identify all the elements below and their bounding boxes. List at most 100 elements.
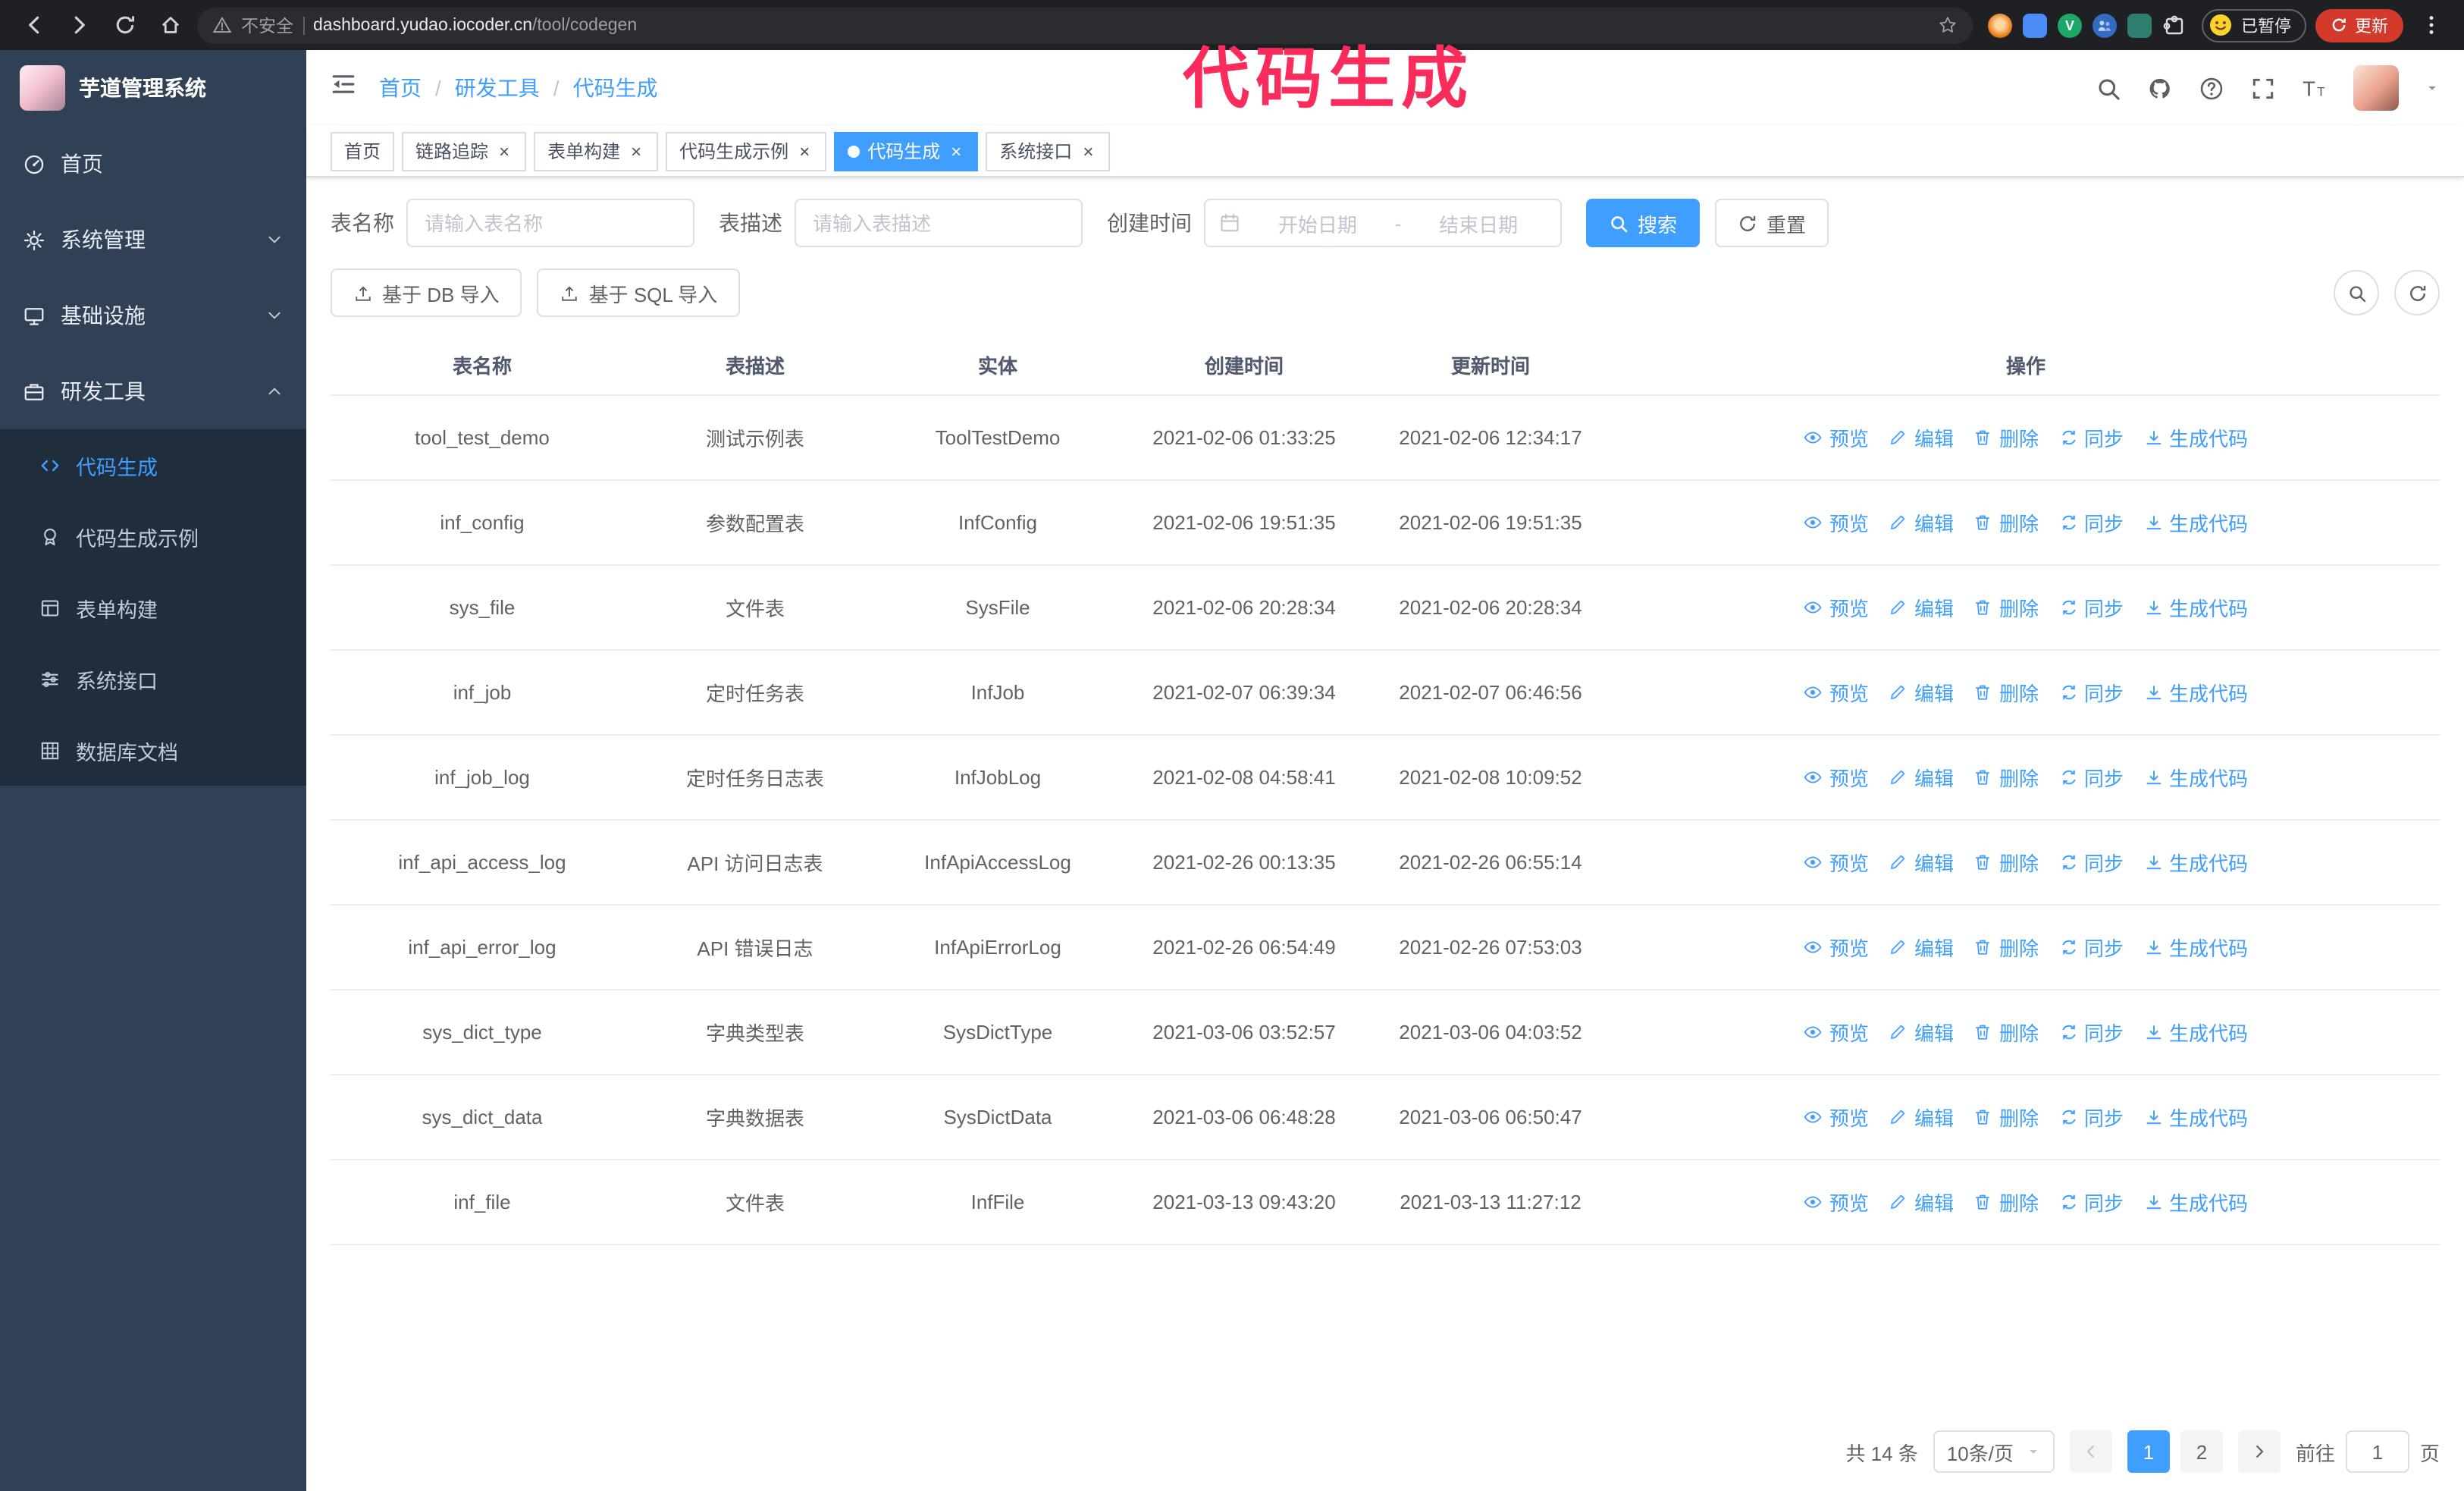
sidebar-toggle-icon[interactable] [331, 71, 356, 105]
row-action-edit[interactable]: 编辑 [1889, 507, 1954, 536]
table-name-input[interactable] [406, 199, 694, 247]
sidebar-item-devtools[interactable]: 研发工具 [0, 353, 306, 429]
extensions-puzzle-icon[interactable] [2162, 13, 2187, 37]
sidebar-item-system[interactable]: 系统管理 [0, 202, 306, 278]
row-action-edit[interactable]: 编辑 [1889, 422, 1954, 451]
import-db-button[interactable]: 基于 DB 导入 [331, 268, 522, 317]
sidebar-item-codegen[interactable]: 代码生成 [0, 429, 306, 501]
row-action-preview[interactable]: 预览 [1804, 592, 1869, 621]
search-icon[interactable] [2096, 75, 2121, 101]
row-action-preview[interactable]: 预览 [1804, 762, 1869, 791]
breadcrumb-item[interactable]: 研发工具 [455, 73, 540, 103]
extension-icon-4[interactable] [2093, 13, 2117, 37]
sidebar-item-form-builder[interactable]: 表单构建 [0, 572, 306, 643]
bookmark-star-icon[interactable] [1938, 15, 1958, 35]
row-action-preview[interactable]: 预览 [1804, 422, 1869, 451]
row-action-generate[interactable]: 生成代码 [2143, 422, 2248, 451]
reload-button[interactable] [106, 7, 143, 43]
logo[interactable]: 芋道管理系统 [0, 50, 306, 126]
row-action-preview[interactable]: 预览 [1804, 1187, 1869, 1216]
row-action-delete[interactable]: 删除 [1973, 422, 2039, 451]
breadcrumb-item[interactable]: 代码生成 [573, 73, 658, 103]
row-action-sync[interactable]: 同步 [2058, 932, 2124, 961]
row-action-generate[interactable]: 生成代码 [2143, 507, 2248, 536]
close-icon[interactable]: × [628, 140, 644, 162]
row-action-sync[interactable]: 同步 [2058, 1102, 2124, 1131]
row-action-delete[interactable]: 删除 [1973, 1187, 2039, 1216]
extension-icon-2[interactable] [2023, 13, 2047, 37]
sidebar-item-infra[interactable]: 基础设施 [0, 278, 306, 353]
row-action-sync[interactable]: 同步 [2058, 847, 2124, 876]
next-page-button[interactable] [2237, 1430, 2281, 1473]
refresh-table-button[interactable] [2394, 270, 2440, 315]
back-button[interactable] [15, 7, 52, 43]
row-action-sync[interactable]: 同步 [2058, 1187, 2124, 1216]
user-avatar[interactable] [2353, 65, 2399, 111]
browser-menu-icon[interactable] [2412, 7, 2449, 43]
font-size-icon[interactable]: TT [2302, 75, 2328, 101]
update-button[interactable]: 更新 [2315, 8, 2403, 42]
row-action-generate[interactable]: 生成代码 [2143, 677, 2248, 706]
fullscreen-icon[interactable] [2250, 75, 2276, 101]
extension-icon-1[interactable] [1988, 13, 2012, 37]
row-action-edit[interactable]: 编辑 [1889, 1187, 1954, 1216]
extension-icon-5[interactable] [2127, 13, 2152, 37]
row-action-sync[interactable]: 同步 [2058, 762, 2124, 791]
sidebar-item-codegen-example[interactable]: 代码生成示例 [0, 501, 306, 572]
toggle-search-button[interactable] [2334, 270, 2379, 315]
row-action-delete[interactable]: 删除 [1973, 847, 2039, 876]
home-button[interactable] [152, 7, 188, 43]
close-icon[interactable]: × [1080, 140, 1096, 162]
forward-button[interactable] [61, 7, 97, 43]
reset-button[interactable]: 重置 [1715, 199, 1829, 247]
row-action-generate[interactable]: 生成代码 [2143, 1102, 2248, 1131]
row-action-preview[interactable]: 预览 [1804, 507, 1869, 536]
page-button-2[interactable]: 2 [2180, 1430, 2223, 1473]
paused-profile-chip[interactable]: 已暂停 [2202, 8, 2306, 42]
row-action-delete[interactable]: 删除 [1973, 507, 2039, 536]
row-action-delete[interactable]: 删除 [1973, 677, 2039, 706]
sidebar-item-api[interactable]: 系统接口 [0, 643, 306, 714]
help-icon[interactable] [2199, 75, 2224, 101]
row-action-delete[interactable]: 删除 [1973, 1017, 2039, 1046]
breadcrumb-item[interactable]: 首页 [379, 73, 422, 103]
row-action-delete[interactable]: 删除 [1973, 592, 2039, 621]
close-icon[interactable]: × [496, 140, 513, 162]
row-action-edit[interactable]: 编辑 [1889, 1102, 1954, 1131]
import-sql-button[interactable]: 基于 SQL 导入 [537, 268, 741, 317]
row-action-delete[interactable]: 删除 [1973, 762, 2039, 791]
page-size-select[interactable]: 10条/页 [1933, 1430, 2055, 1473]
tab-codegen-example[interactable]: 代码生成示例 × [666, 131, 827, 171]
row-action-generate[interactable]: 生成代码 [2143, 592, 2248, 621]
row-action-edit[interactable]: 编辑 [1889, 762, 1954, 791]
row-action-sync[interactable]: 同步 [2058, 677, 2124, 706]
sidebar-item-home[interactable]: 首页 [0, 126, 306, 202]
row-action-edit[interactable]: 编辑 [1889, 847, 1954, 876]
extension-icon-3[interactable]: V [2058, 13, 2082, 37]
tab-home[interactable]: 首页 [331, 131, 395, 171]
row-action-sync[interactable]: 同步 [2058, 507, 2124, 536]
close-icon[interactable]: × [948, 140, 964, 162]
row-action-delete[interactable]: 删除 [1973, 1102, 2039, 1131]
row-action-edit[interactable]: 编辑 [1889, 677, 1954, 706]
table-desc-input[interactable] [795, 199, 1083, 247]
row-action-preview[interactable]: 预览 [1804, 1102, 1869, 1131]
row-action-generate[interactable]: 生成代码 [2143, 932, 2248, 961]
row-action-sync[interactable]: 同步 [2058, 592, 2124, 621]
tab-codegen[interactable]: 代码生成 × [834, 131, 979, 171]
row-action-generate[interactable]: 生成代码 [2143, 762, 2248, 791]
row-action-preview[interactable]: 预览 [1804, 932, 1869, 961]
row-action-edit[interactable]: 编辑 [1889, 1017, 1954, 1046]
search-button[interactable]: 搜索 [1586, 199, 1701, 247]
address-bar[interactable]: 不安全 dashboard.yudao.iocoder.cn/tool/code… [197, 7, 1973, 43]
row-action-edit[interactable]: 编辑 [1889, 932, 1954, 961]
caret-down-icon[interactable] [2425, 80, 2440, 96]
tab-api[interactable]: 系统接口 × [986, 131, 1111, 171]
github-icon[interactable] [2147, 75, 2173, 101]
create-time-range-picker[interactable]: 开始日期 - 结束日期 [1204, 199, 1562, 247]
row-action-edit[interactable]: 编辑 [1889, 592, 1954, 621]
row-action-sync[interactable]: 同步 [2058, 1017, 2124, 1046]
row-action-generate[interactable]: 生成代码 [2143, 847, 2248, 876]
row-action-sync[interactable]: 同步 [2058, 422, 2124, 451]
prev-page-button[interactable] [2069, 1430, 2112, 1473]
